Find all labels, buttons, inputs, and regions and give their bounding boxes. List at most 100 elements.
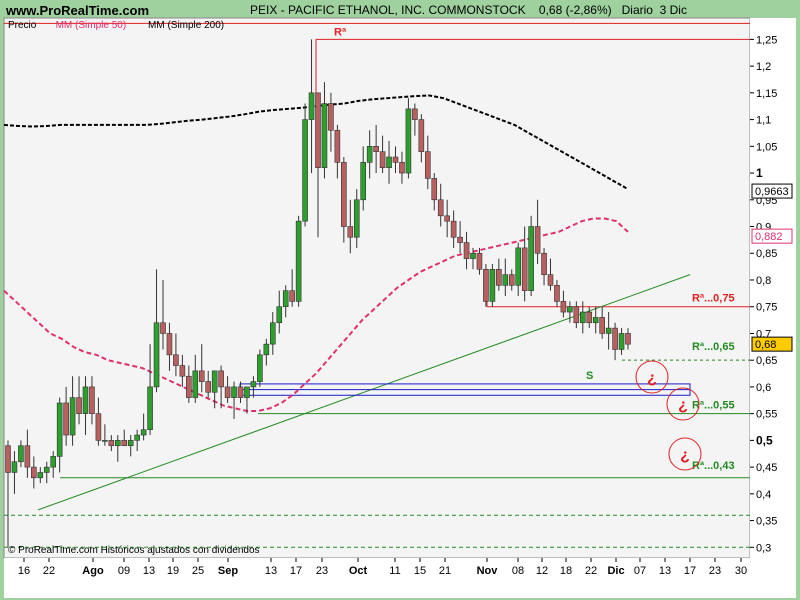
candle-body: [289, 290, 295, 302]
y-tick-label: 0,55: [756, 409, 777, 421]
candle-body: [153, 322, 160, 388]
candle-body: [399, 162, 405, 174]
y-tick-label: 1,2: [756, 61, 771, 73]
candle-body: [147, 386, 153, 430]
x-tick-label: 08: [512, 565, 524, 577]
annotation-question-mark: ¿: [680, 447, 690, 464]
candle-body: [82, 386, 89, 414]
candle-body: [102, 440, 108, 442]
candle-body: [192, 370, 199, 398]
candle-body: [392, 156, 399, 163]
price-chart: RªRª...0,75Rª...0,65Rª...0,55Rª...0,43 S…: [3, 17, 796, 598]
candle-body: [521, 247, 528, 291]
x-tick-label: 09: [118, 565, 130, 577]
candle-body: [347, 226, 354, 238]
candle-body: [463, 242, 470, 259]
candle-body: [328, 103, 334, 131]
x-tick-label: 18: [560, 565, 572, 577]
candle-body: [612, 327, 618, 350]
candle-body: [360, 162, 367, 201]
candle-body: [269, 322, 276, 345]
y-tick-label: 1: [756, 166, 763, 180]
candle-body: [179, 365, 186, 377]
candle-body: [431, 178, 438, 201]
candle-body: [437, 199, 444, 217]
candle-body: [205, 381, 212, 393]
y-tick-label: 0,35: [756, 516, 777, 528]
candle-body: [218, 370, 224, 388]
x-tick-label: Dic: [607, 565, 624, 577]
x-tick-label: 11: [389, 565, 400, 577]
candle-body: [24, 445, 31, 468]
candle-body: [554, 285, 560, 302]
price-badge-label: 0,68: [755, 339, 776, 351]
candle-body: [198, 370, 205, 382]
y-tick-label: 0,3: [756, 542, 771, 554]
candle-body: [547, 274, 554, 286]
support-zone-label: S: [586, 370, 593, 382]
candle-body: [470, 252, 476, 259]
x-tick-label: 22: [585, 565, 597, 577]
candle-body: [140, 429, 147, 436]
x-tick-label: 17: [684, 565, 696, 577]
candle-body: [528, 226, 534, 291]
resistance-label-075: Rª...0,75: [692, 293, 735, 305]
candle-body: [89, 386, 95, 414]
candle-body: [244, 386, 250, 398]
candle-body: [424, 151, 431, 179]
y-tick-label: 0,85: [756, 248, 777, 260]
x-tick-label: 13: [143, 565, 155, 577]
candle-body: [321, 103, 328, 169]
y-tick-label: 0,6: [756, 382, 771, 394]
y-tick-label: 0,75: [756, 302, 777, 314]
candle-body: [515, 247, 522, 286]
candle-body: [308, 92, 315, 120]
candle-body: [231, 386, 237, 398]
candle-body: [489, 268, 496, 302]
candle-body: [302, 119, 308, 222]
y-tick-label: 1,1: [756, 115, 771, 127]
x-tick-label: Nov: [477, 565, 499, 577]
candle-body: [373, 146, 379, 152]
candle-body: [379, 151, 386, 169]
candle-body: [567, 306, 573, 313]
y-tick-label: 0,4: [756, 489, 771, 501]
candle-body: [263, 343, 270, 356]
candle-body: [386, 156, 392, 169]
candle-body: [250, 381, 257, 388]
x-tick-label: 15: [414, 565, 426, 577]
candle-body: [257, 354, 263, 382]
annotation-question-mark: ¿: [678, 397, 688, 414]
y-tick-label: 1,15: [756, 88, 777, 100]
y-tick-label: 1,25: [756, 34, 777, 46]
candle-body: [31, 466, 37, 479]
candle-body: [95, 413, 102, 441]
level-label-043: Rª...0,43: [692, 460, 735, 472]
candle-body: [592, 317, 599, 324]
candle-body: [418, 119, 425, 152]
price-badge-label: 0,882: [755, 231, 783, 243]
candle-body: [186, 375, 192, 398]
candle-body: [605, 327, 612, 334]
candle-body: [160, 322, 166, 334]
y-tick-label: 0,8: [756, 275, 771, 287]
candle-body: [18, 445, 24, 463]
legend-entry: Precio: [8, 20, 37, 31]
candle-body: [56, 402, 63, 457]
candle-body: [405, 108, 412, 174]
y-tick-label: 0,45: [756, 462, 777, 474]
candle-body: [508, 274, 515, 286]
candle-body: [483, 268, 489, 302]
legend-entry: MM (Simple 200): [148, 20, 224, 31]
candle-body: [579, 311, 586, 324]
y-tick-label: 0,5: [756, 433, 773, 447]
candle-body: [444, 215, 450, 222]
x-tick-label: 07: [634, 565, 646, 577]
x-tick-label: 21: [439, 565, 451, 577]
candle-body: [334, 129, 341, 163]
x-tick-label: 23: [316, 565, 328, 577]
x-tick-label: 13: [265, 565, 277, 577]
y-tick-label: 0,65: [756, 355, 777, 367]
candle-body: [114, 440, 121, 447]
candle-body: [134, 434, 140, 441]
